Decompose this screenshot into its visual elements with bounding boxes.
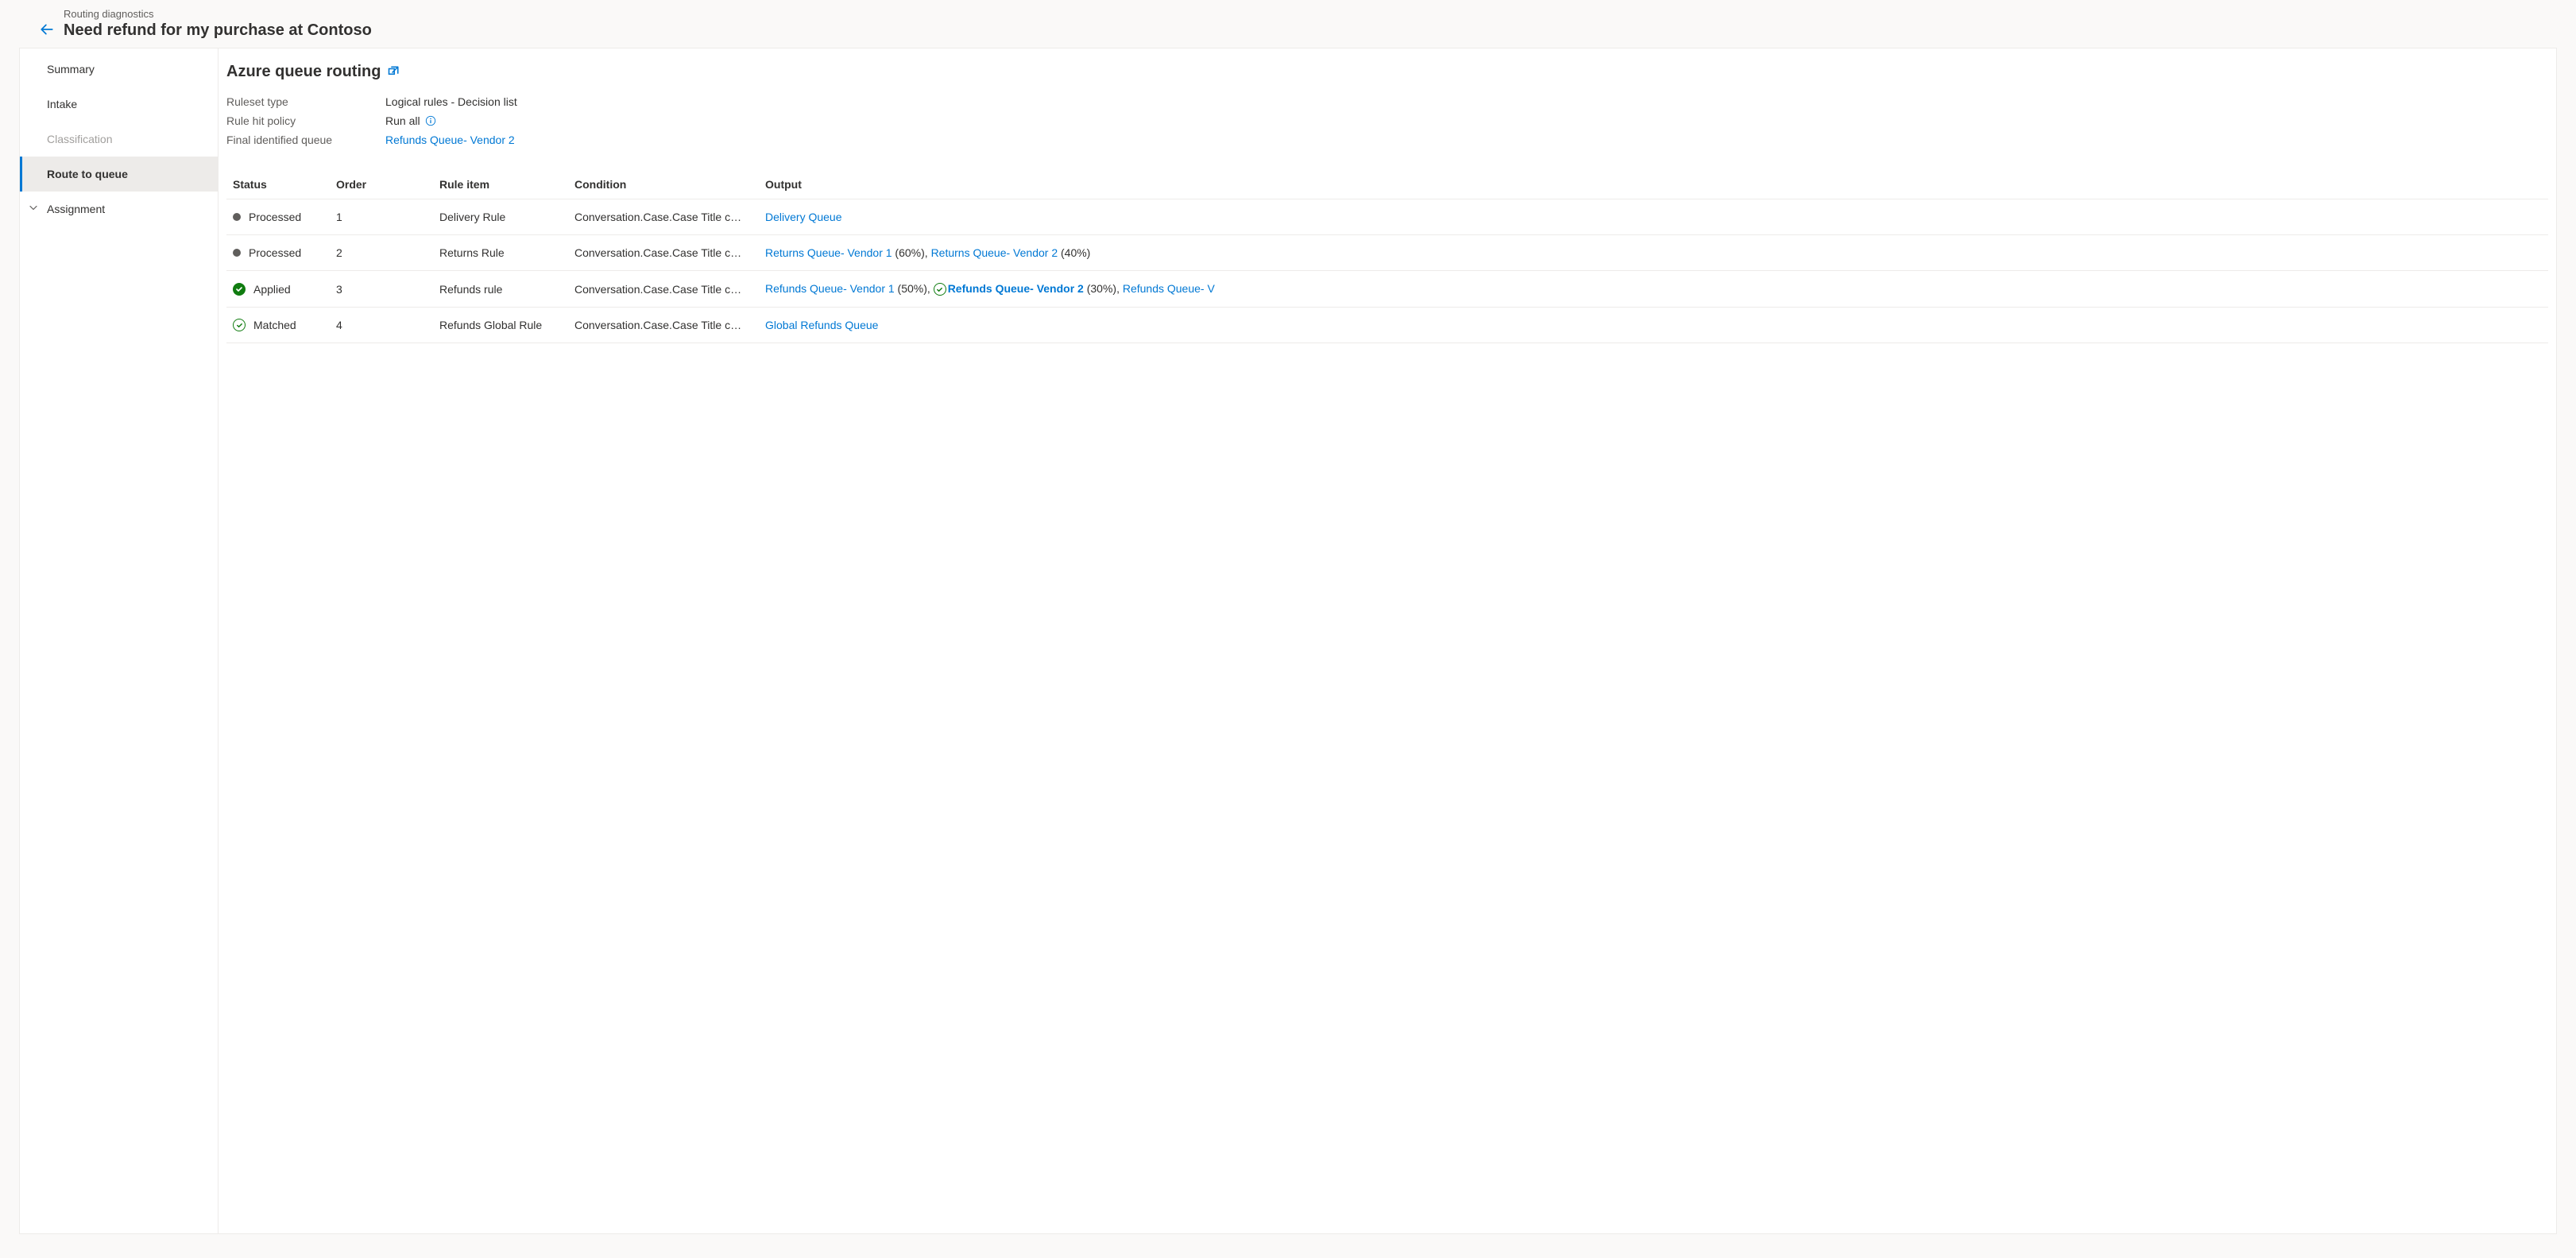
order-cell: 4 bbox=[330, 308, 433, 343]
status-check-outline-icon bbox=[233, 319, 246, 331]
output-link[interactable]: Global Refunds Queue bbox=[765, 319, 878, 331]
sidebar-item-intake[interactable]: Intake bbox=[20, 87, 218, 122]
status-dot-icon bbox=[233, 213, 241, 221]
final-queue-label: Final identified queue bbox=[226, 134, 385, 146]
back-arrow-icon[interactable] bbox=[40, 22, 54, 39]
order-cell: 1 bbox=[330, 199, 433, 235]
table-row[interactable]: Processed 1Delivery RuleConversation.Case… bbox=[226, 199, 2548, 235]
page-title: Need refund for my purchase at Contoso bbox=[64, 21, 2560, 40]
status-text: Processed bbox=[249, 246, 301, 259]
page-header: Routing diagnostics Need refund for my p… bbox=[0, 0, 2576, 48]
sidebar-item-assignment[interactable]: Assignment bbox=[20, 192, 218, 226]
final-queue-link[interactable]: Refunds Queue- Vendor 2 bbox=[385, 134, 515, 146]
col-header-condition[interactable]: Condition bbox=[568, 170, 759, 199]
ruleset-type-value: Logical rules - Decision list bbox=[385, 95, 517, 108]
rule-item-cell: Refunds Global Rule bbox=[433, 308, 568, 343]
output-suffix: (30%), bbox=[1084, 282, 1123, 295]
output-check-outline-icon bbox=[934, 283, 946, 296]
condition-cell: Conversation.Case.Case Title c… bbox=[568, 308, 759, 343]
col-header-status[interactable]: Status bbox=[226, 170, 330, 199]
main-title: Azure queue routing bbox=[226, 63, 2548, 81]
output-suffix: (50%), bbox=[895, 282, 934, 295]
rule-item-cell: Delivery Rule bbox=[433, 199, 568, 235]
output-link[interactable]: Refunds Queue- V bbox=[1123, 282, 1215, 295]
output-cell: Delivery Queue bbox=[759, 199, 2548, 235]
status-dot-icon bbox=[233, 249, 241, 257]
info-icon[interactable] bbox=[425, 115, 436, 126]
condition-cell: Conversation.Case.Case Title c… bbox=[568, 271, 759, 308]
sidebar: Summary Intake Classification Route to q… bbox=[20, 48, 219, 1233]
status-text: Matched bbox=[253, 319, 296, 331]
output-cell: Global Refunds Queue bbox=[759, 308, 2548, 343]
condition-cell: Conversation.Case.Case Title c… bbox=[568, 235, 759, 271]
col-header-output[interactable]: Output bbox=[759, 170, 2548, 199]
sidebar-item-route-to-queue[interactable]: Route to queue bbox=[20, 157, 218, 192]
output-link[interactable]: Returns Queue- Vendor 1 bbox=[765, 246, 892, 259]
status-check-solid-icon bbox=[233, 283, 246, 296]
output-suffix: (60%), bbox=[892, 246, 931, 259]
chevron-down-icon bbox=[29, 204, 37, 215]
output-link[interactable]: Delivery Queue bbox=[765, 211, 842, 223]
output-link[interactable]: Refunds Queue- Vendor 1 bbox=[765, 282, 895, 295]
condition-cell: Conversation.Case.Case Title c… bbox=[568, 199, 759, 235]
order-cell: 2 bbox=[330, 235, 433, 271]
sidebar-item-classification: Classification bbox=[20, 122, 218, 157]
breadcrumb: Routing diagnostics bbox=[64, 8, 2560, 20]
col-header-rule-item[interactable]: Rule item bbox=[433, 170, 568, 199]
rule-item-cell: Refunds rule bbox=[433, 271, 568, 308]
rule-hit-policy-label: Rule hit policy bbox=[226, 114, 385, 127]
sidebar-item-label: Assignment bbox=[47, 203, 105, 215]
table-row[interactable]: Matched 4Refunds Global RuleConversation.… bbox=[226, 308, 2548, 343]
output-cell: Refunds Queue- Vendor 1 (50%), Refunds Q… bbox=[759, 271, 2548, 308]
status-text: Applied bbox=[253, 283, 291, 296]
table-row[interactable]: Processed 2Returns RuleConversation.Case.… bbox=[226, 235, 2548, 271]
status-text: Processed bbox=[249, 211, 301, 223]
popout-icon[interactable] bbox=[385, 65, 400, 79]
main-panel: Azure queue routing Ruleset type Logical… bbox=[219, 48, 2556, 1233]
rule-hit-policy-value: Run all bbox=[385, 114, 436, 127]
order-cell: 3 bbox=[330, 271, 433, 308]
col-header-order[interactable]: Order bbox=[330, 170, 433, 199]
rule-item-cell: Returns Rule bbox=[433, 235, 568, 271]
rules-table: Status Order Rule item Condition Output … bbox=[226, 170, 2548, 343]
sidebar-item-summary[interactable]: Summary bbox=[20, 52, 218, 87]
table-row[interactable]: Applied 3Refunds ruleConversation.Case.Ca… bbox=[226, 271, 2548, 308]
output-cell: Returns Queue- Vendor 1 (60%), Returns Q… bbox=[759, 235, 2548, 271]
output-link[interactable]: Returns Queue- Vendor 2 bbox=[931, 246, 1058, 259]
ruleset-type-label: Ruleset type bbox=[226, 95, 385, 108]
output-link[interactable]: Refunds Queue- Vendor 2 bbox=[948, 282, 1084, 295]
output-suffix: (40%) bbox=[1058, 246, 1090, 259]
